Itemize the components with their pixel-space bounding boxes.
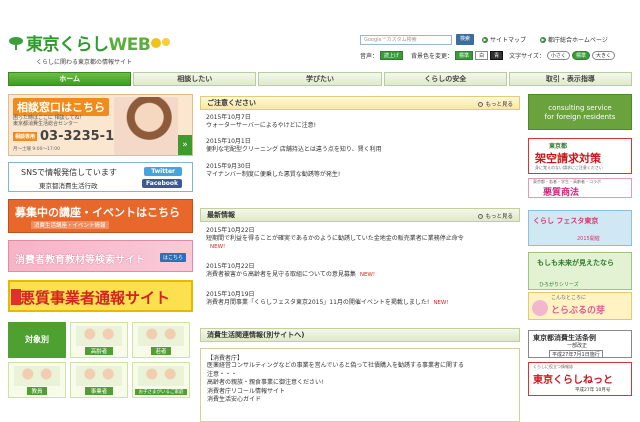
education-material-banner[interactable]: 消費者教育教材等検索サイト はこちら <box>8 240 193 272</box>
arrow-icon: ▶ <box>482 36 488 43</box>
latest-more-link[interactable]: › もっと見る <box>478 211 513 223</box>
nav-safety[interactable]: くらしの安全 <box>383 72 507 86</box>
caution-item[interactable]: 2015年9月30日 マイナンバー制度に便乗した悪質な勧誘等が発生! <box>206 163 340 179</box>
nav-learn[interactable]: 学びたい <box>258 72 382 86</box>
people-icon <box>138 366 184 386</box>
tokyo-home-link[interactable]: ▶ 都庁総合ホームページ <box>540 35 608 44</box>
audience-tiles: 対象別 高齢者 若者 教員 事業者 お子さまがいるご家庭 <box>8 322 193 422</box>
facebook-button[interactable]: Facebook <box>142 179 182 188</box>
font-large-button[interactable]: 大きく <box>591 50 615 60</box>
sprout-icon <box>532 300 548 316</box>
people-icon <box>14 366 60 386</box>
voice-read-button[interactable]: 読上げ <box>380 50 404 60</box>
latest-item[interactable]: 2015年10月22日 消費者被害から高齢者を見守る取組についての意見募集 NEW… <box>206 263 516 279</box>
latest-item[interactable]: 2015年10月22日 短期間で利益を得ることが確実であるかのように勧誘していた… <box>206 227 516 251</box>
related-link[interactable]: 消費者庁リコール情報サイト <box>207 388 507 397</box>
nav-trade[interactable]: 取引・表示指導 <box>508 72 633 86</box>
logo-title: 東京くらしWEB <box>26 35 151 55</box>
related-link[interactable]: 消費生活安心ガイド <box>207 396 507 405</box>
related-header: 消費生活関連情報(別サイトへ) <box>200 328 520 342</box>
tile-families[interactable]: お子さまがいるご家庭 <box>132 362 190 398</box>
course-banner[interactable]: 募集中の講座・イベントはこちら 消費生活講座・イベント情報 <box>8 199 193 233</box>
logo-subtitle: くらしに関わる東京都の情報サイト <box>36 59 133 66</box>
site-logo[interactable]: 東京くらしWEB くらしに関わる東京都の情報サイト <box>8 30 172 66</box>
report-site-banner[interactable]: 悪質事業者通報サイト <box>8 280 193 312</box>
tile-business[interactable]: 事業者 <box>70 362 128 398</box>
caution-item[interactable]: 2015年10月1日 便利な宅配型クリーニング 店舗持込とは違う点を知り、賢く利… <box>206 138 382 154</box>
caution-item[interactable]: 2015年10月7日 ウォーターサーバーによるやけどに注意! <box>206 114 316 130</box>
foreign-residents-banner[interactable]: consulting service for foreign residents <box>528 94 632 130</box>
tile-teachers[interactable]: 教員 <box>8 362 66 398</box>
audience-label: 対象別 <box>8 322 66 358</box>
latest-item[interactable]: 2015年10月19日 消費者月間事業「くらしフェスタ東京2015」11月の開催… <box>206 291 516 307</box>
latest-header: 最新情報 › もっと見る <box>200 208 520 222</box>
consultation-banner[interactable]: 相談窓口はこちら 困った時はここに 相談してね！ 東京都消費生活総合センター 相… <box>8 94 193 156</box>
accessibility-bar: 音声： 読上げ 背景色を変更： 標準 白 青 文字サイズ： 小さく 標準 大きく <box>360 50 632 60</box>
kurashi-festa-banner[interactable]: くらし フェスタ東京 2015開催 <box>528 210 632 246</box>
related-link[interactable]: 医薬経営コンサルティングなどの事業を営んでいると偽って社債購入を勧誘する事業者に… <box>207 362 507 371</box>
woman-photo <box>114 97 178 155</box>
search-button[interactable]: 検索 <box>456 34 474 45</box>
bg-white-button[interactable]: 白 <box>475 50 489 60</box>
malicious-business-banner[interactable]: 東京都・若者・学生・高齢者・コラボ 悪質商法 <box>528 178 632 198</box>
main-nav: ホーム 相談したい 学びたい くらしの安全 取引・表示指導 <box>8 72 633 86</box>
nav-home[interactable]: ホーム <box>8 72 132 86</box>
chevron-right-icon: » <box>178 135 192 155</box>
related-link[interactable]: 高齢者の親族・親食事業に御注意ください! <box>207 379 507 388</box>
consultation-title: 相談窓口はこちら <box>13 98 109 116</box>
twitter-button[interactable]: Twitter <box>144 167 182 176</box>
people-icon <box>76 326 122 346</box>
tile-youth[interactable]: 若者 <box>132 322 190 358</box>
font-small-button[interactable]: 小さく <box>546 50 570 60</box>
people-icon <box>138 326 184 346</box>
sns-banner[interactable]: SNSで情報発信しています 東京都消費生活行政 Twitter Facebook <box>8 162 193 192</box>
caution-header: ご注意ください › もっと見る <box>200 96 520 110</box>
arrow-icon: ▶ <box>540 36 546 43</box>
search-input[interactable]: Google™カスタム検索 <box>360 35 452 45</box>
chevron-right-icon: › <box>478 102 484 107</box>
leaf-logo-icon <box>9 36 23 50</box>
kurashinet-banner[interactable]: くらしに役立つ情報誌 東京くらしねっと 平成27年 10月号 <box>528 362 632 396</box>
nav-consult[interactable]: 相談したい <box>133 72 257 86</box>
tile-elderly[interactable]: 高齢者 <box>70 322 128 358</box>
ordinance-banner[interactable]: 東京都消費生活条例 一部改正 平成27年7月1日施行 <box>528 330 632 358</box>
moshimo-banner[interactable]: もしも未来が見えたなら ひろがりシリーズ <box>528 252 632 290</box>
related-box: 【消費者庁】 医薬経営コンサルティングなどの事業を営んでいると偽って社債購入を勧… <box>200 348 520 422</box>
bg-blue-button[interactable]: 青 <box>490 50 504 60</box>
fictitious-billing-banner[interactable]: 東京都 架空請求対策 身に覚えのない請求にご注意ください <box>528 138 632 174</box>
bg-standard-button[interactable]: 標準 <box>455 50 474 60</box>
people-icon <box>76 366 122 386</box>
caution-more-link[interactable]: › もっと見る <box>478 99 513 111</box>
chevron-right-icon: › <box>478 214 484 219</box>
consultation-sub: 困った時はここに 相談してね！ 東京都消費生活総合センター <box>13 115 85 127</box>
sitemap-link[interactable]: ▶ サイトマップ <box>482 35 526 44</box>
flower-icon <box>151 37 171 48</box>
trouble-bud-banner[interactable]: こんなところに とらぶるの芽 <box>528 292 632 320</box>
font-standard-button[interactable]: 標準 <box>571 50 590 60</box>
consultation-hours: 月〜土曜 9:00〜17:00 <box>13 147 61 152</box>
